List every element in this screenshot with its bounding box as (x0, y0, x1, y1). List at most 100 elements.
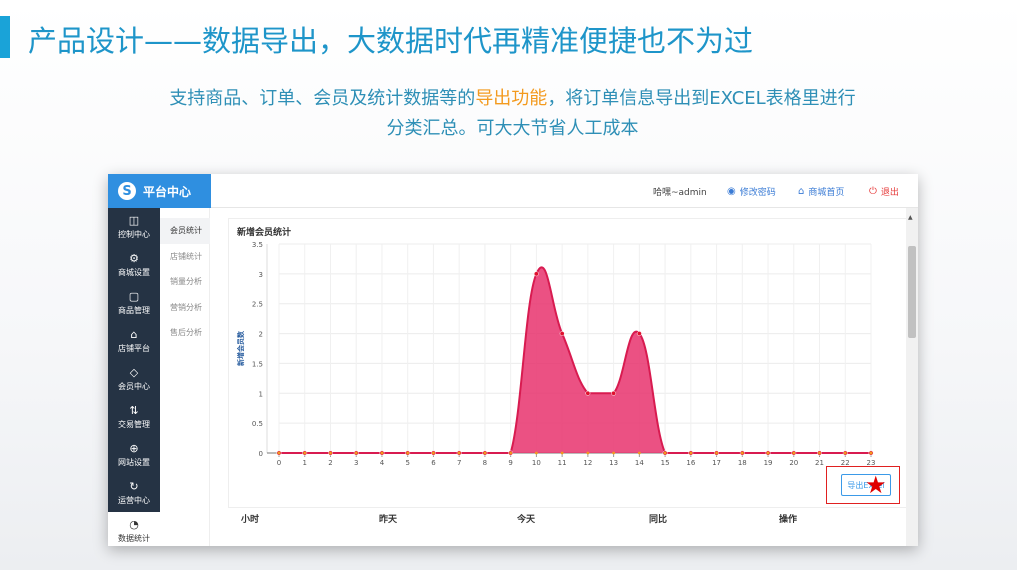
logout-link[interactable]: ⏻ 退出 (869, 185, 899, 198)
table-header-cell: 操作 (778, 515, 797, 525)
subnav-item[interactable]: 销量分析 (160, 269, 210, 295)
y-tick-label: 1 (259, 390, 263, 398)
x-tick-label: 14 (635, 459, 644, 467)
pie-chart-icon: ◔ (129, 517, 139, 531)
subnav-item[interactable]: 售后分析 (160, 320, 210, 346)
subtitle-highlight: 导出功能 (475, 88, 548, 109)
sidebar: ◫ 控制中心 ⚙ 商城设置 ▢ 商品管理 ⌂ 店铺平台 ◇ 会员中心 ⇅ 交易管理 ⊕ 网站设置 ↻ 运营中心… (108, 208, 160, 546)
scrollbar[interactable]: ▲ (906, 208, 918, 546)
store-icon: ⌂ (130, 327, 138, 341)
x-tick-label: 21 (815, 459, 824, 467)
x-tick-label: 17 (712, 459, 721, 467)
slide-subtitle: 支持商品、订单、会员及统计数据等的导出功能，将订单信息导出到EXCEL表格里进行… (90, 84, 935, 144)
subnav-item[interactable]: 会员统计 (160, 218, 210, 244)
x-tick-label: 18 (738, 459, 747, 467)
y-tick-label: 2 (259, 331, 263, 339)
chart-panel: 0 0.5 1 1.5 2 2.5 3 3.5 0 1 2 3 4 5 6 7 8 9 10 11 12 13 14 15 16… (228, 218, 916, 508)
change-password-label: 修改密码 (739, 188, 776, 198)
x-tick-label: 3 (354, 459, 358, 467)
axis-marker (354, 451, 358, 455)
shop-home-label: 商城首页 (808, 188, 845, 198)
sidebar-item-label: 店铺平台 (118, 343, 150, 353)
axis-marker (406, 451, 410, 455)
box-icon: ▢ (128, 289, 140, 303)
data-point (559, 331, 565, 337)
axis-marker (637, 451, 641, 455)
y-tick-label: 2.5 (252, 301, 263, 309)
sidebar-item-label: 运营中心 (118, 495, 150, 505)
axis-marker (715, 451, 718, 455)
data-point (585, 390, 591, 396)
dashboard-icon: ◫ (128, 213, 140, 227)
globe-icon: ⊕ (129, 441, 139, 455)
axis-marker (534, 451, 538, 455)
subnav-item[interactable]: 营销分析 (160, 295, 210, 321)
x-tick-label: 0 (277, 459, 281, 467)
slide-title-bar: 产品设计——数据导出，大数据时代再精准便捷也不为过 (0, 14, 1017, 60)
main-content: 0 0.5 1 1.5 2 2.5 3 3.5 0 1 2 3 4 5 6 7 8 9 10 11 12 13 14 15 16… (211, 208, 916, 546)
member-chart: 00.511.522.533.50 1 2 3 4 5 6 7 8 9 10 11 12 13 14 15 16… (236, 241, 875, 467)
sidebar-item[interactable]: ⌂ 店铺平台 (108, 322, 160, 360)
sidebar-item-label: 交易管理 (118, 419, 150, 429)
x-tick-label: 9 (508, 459, 512, 467)
x-tick-label: 15 (661, 459, 670, 467)
y-axis-label: 新增会员数 (236, 330, 245, 366)
x-tick-label: 19 (764, 459, 773, 467)
axis-marker (509, 451, 513, 455)
table-header-cell: 昨天 (378, 515, 397, 525)
axis-marker (766, 451, 770, 455)
change-password-link[interactable]: ◉ 修改密码 (727, 185, 776, 198)
axis-marker (740, 451, 744, 455)
shop-home-link[interactable]: ⌂ 商城首页 (798, 185, 844, 198)
sidebar-item[interactable]: ⊕ 网站设置 (108, 436, 160, 474)
sidebar-item[interactable]: ↻ 运营中心 (108, 474, 160, 512)
user-name: 哈嘿~admin (653, 188, 707, 198)
sidebar-item-label: 商城设置 (118, 267, 150, 277)
sidebar-item-label: 控制中心 (118, 229, 150, 239)
x-tick-label: 11 (558, 459, 567, 467)
scroll-thumb[interactable] (908, 246, 916, 338)
sidebar-item[interactable]: ⚙ 商城设置 (108, 246, 160, 284)
area-fill (279, 267, 871, 453)
data-point (636, 331, 642, 337)
data-point (533, 271, 539, 277)
subtitle-text-1: 支持商品、订单、会员及统计数据等的 (169, 88, 476, 109)
sub-navigation: 会员统计 店铺统计 销量分析 营销分析 售后分析 (160, 208, 210, 546)
home-icon: ⌂ (798, 186, 805, 197)
scroll-up-icon[interactable]: ▲ (908, 214, 913, 221)
subnav-item[interactable]: 店铺统计 (160, 244, 210, 270)
power-icon: ⏻ (869, 186, 877, 197)
x-tick-label: 13 (609, 459, 618, 467)
brand[interactable]: S 平台中心 (108, 174, 211, 208)
subtitle-text-2: ，将订单信息导出到EXCEL表格里进行 (547, 88, 856, 109)
x-tick-label: 1 (303, 459, 307, 467)
axis-marker (843, 451, 847, 455)
diamond-icon: ◇ (129, 365, 139, 379)
axis-marker (689, 451, 693, 455)
sidebar-item[interactable]: ▢ 商品管理 (108, 284, 160, 322)
axis-marker (329, 451, 332, 455)
table-header-cell: 同比 (648, 515, 667, 525)
axis-marker (483, 451, 487, 455)
x-tick-label: 16 (686, 459, 695, 467)
axis-marker (277, 451, 281, 455)
subtitle-text-3: 分类汇总。可大大节省人工成本 (386, 118, 639, 139)
sidebar-item[interactable]: ◔ 数据统计 (108, 512, 160, 546)
axis-marker (869, 451, 873, 455)
x-tick-label: 5 (405, 459, 409, 467)
sidebar-item[interactable]: ◇ 会员中心 (108, 360, 160, 398)
transfer-icon: ⇅ (129, 403, 139, 417)
logout-label: 退出 (880, 188, 899, 198)
table-header-cell: 小时 (240, 515, 259, 525)
axis-marker (560, 451, 564, 455)
slide-title: 产品设计——数据导出，大数据时代再精准便捷也不为过 (28, 24, 754, 58)
brand-logo-icon: S (118, 182, 136, 200)
x-tick-label: 2 (328, 459, 332, 467)
axis-marker (380, 451, 384, 455)
sidebar-item-label: 数据统计 (118, 533, 150, 543)
sidebar-item[interactable]: ⇅ 交易管理 (108, 398, 160, 436)
y-tick-label: 0.5 (252, 420, 263, 428)
sidebar-item[interactable]: ◫ 控制中心 (108, 208, 160, 246)
axis-marker (457, 451, 461, 455)
axis-marker (792, 451, 796, 455)
